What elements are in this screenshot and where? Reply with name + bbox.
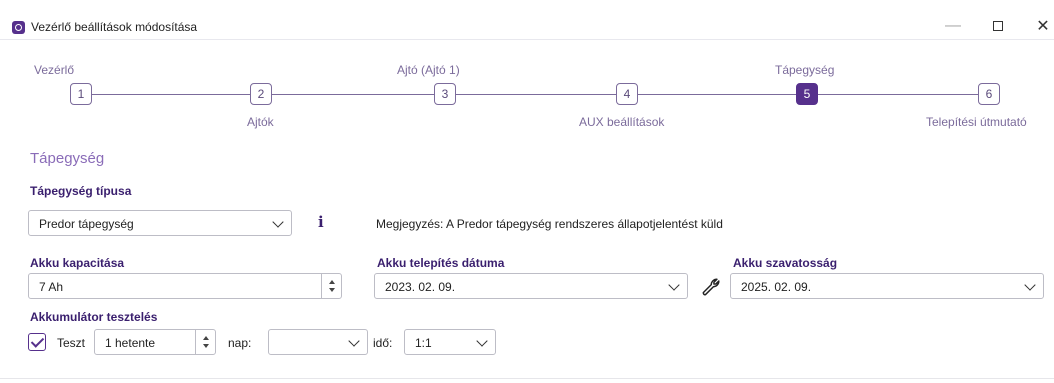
power-type-select[interactable]: Predor tápegység bbox=[28, 210, 292, 236]
info-icon[interactable]: i bbox=[318, 213, 324, 231]
battery-capacity-label: Akku kapacitása bbox=[30, 256, 125, 270]
wrench-icon[interactable] bbox=[700, 276, 722, 298]
power-type-value: Predor tápegység bbox=[39, 217, 134, 231]
install-date-picker[interactable]: 2023. 02. 09. bbox=[374, 273, 688, 299]
warranty-value: 2025. 02. 09. bbox=[741, 280, 812, 294]
chevron-down-icon bbox=[272, 216, 284, 228]
battery-capacity-value: 7 Ah bbox=[39, 280, 64, 294]
step-connector bbox=[818, 94, 978, 95]
maximize-icon bbox=[993, 21, 1003, 31]
power-note: Megjegyzés: A Predor tápegység rendszere… bbox=[376, 217, 723, 231]
power-type-label: Tápegység típusa bbox=[30, 184, 132, 198]
spin-arrows[interactable] bbox=[195, 330, 215, 354]
window-title: Vezérlő beállítások módosítása bbox=[31, 20, 198, 34]
day-label: nap: bbox=[228, 336, 252, 350]
chevron-down-icon bbox=[348, 335, 360, 347]
warranty-date-picker[interactable]: 2025. 02. 09. bbox=[730, 273, 1044, 299]
day-select[interactable] bbox=[268, 329, 368, 355]
test-frequency-stepper[interactable]: 1 hetente bbox=[94, 329, 216, 355]
arrow-up-icon[interactable] bbox=[329, 280, 335, 284]
step-6[interactable]: 6 bbox=[978, 83, 1000, 105]
step-6-label: Telepítési útmutató bbox=[926, 115, 1027, 129]
time-label: idő: bbox=[373, 336, 393, 350]
spin-arrows[interactable] bbox=[321, 274, 341, 298]
install-date-value: 2023. 02. 09. bbox=[385, 280, 456, 294]
step-2[interactable]: 2 bbox=[250, 83, 272, 105]
step-4[interactable]: 4 bbox=[616, 83, 638, 105]
test-checkbox[interactable] bbox=[28, 333, 46, 351]
step-1[interactable]: 1 bbox=[70, 83, 92, 105]
step-connector bbox=[92, 94, 250, 95]
step-connector bbox=[456, 94, 616, 95]
section-title: Tápegység bbox=[30, 150, 105, 167]
step-2-label: Ajtók bbox=[247, 115, 274, 129]
step-1-label: Vezérlő bbox=[34, 63, 75, 77]
divider bbox=[0, 378, 1054, 379]
minimize-button[interactable]: — bbox=[930, 12, 976, 40]
chevron-down-icon bbox=[476, 335, 488, 347]
battery-test-label: Akkumulátor tesztelés bbox=[30, 310, 158, 324]
app-logo-icon bbox=[12, 21, 25, 34]
arrow-down-icon[interactable] bbox=[329, 288, 335, 292]
warranty-label: Akku szavatosság bbox=[733, 256, 838, 270]
test-frequency-value: 1 hetente bbox=[105, 336, 156, 350]
chevron-down-icon bbox=[1024, 279, 1036, 291]
step-5-label: Tápegység bbox=[775, 63, 835, 77]
install-date-label: Akku telepítés dátuma bbox=[377, 256, 505, 270]
close-button[interactable]: ✕ bbox=[1020, 12, 1054, 40]
step-3-label: Ajtó (Ajtó 1) bbox=[397, 63, 460, 77]
arrow-down-icon[interactable] bbox=[203, 344, 209, 348]
arrow-up-icon[interactable] bbox=[203, 336, 209, 340]
battery-capacity-stepper[interactable]: 7 Ah bbox=[28, 273, 342, 299]
time-select[interactable]: 1:1 bbox=[404, 329, 496, 355]
test-checkbox-label: Teszt bbox=[57, 336, 86, 350]
step-5-active[interactable]: 5 bbox=[796, 83, 818, 105]
step-connector bbox=[272, 94, 434, 95]
step-connector bbox=[638, 94, 796, 95]
step-4-label: AUX beállítások bbox=[579, 115, 665, 129]
chevron-down-icon bbox=[668, 279, 680, 291]
title-bar: Vezérlő beállítások módosítása — ✕ bbox=[0, 0, 1054, 40]
time-value: 1:1 bbox=[415, 336, 432, 350]
step-3[interactable]: 3 bbox=[434, 83, 456, 105]
maximize-button[interactable] bbox=[975, 12, 1021, 40]
